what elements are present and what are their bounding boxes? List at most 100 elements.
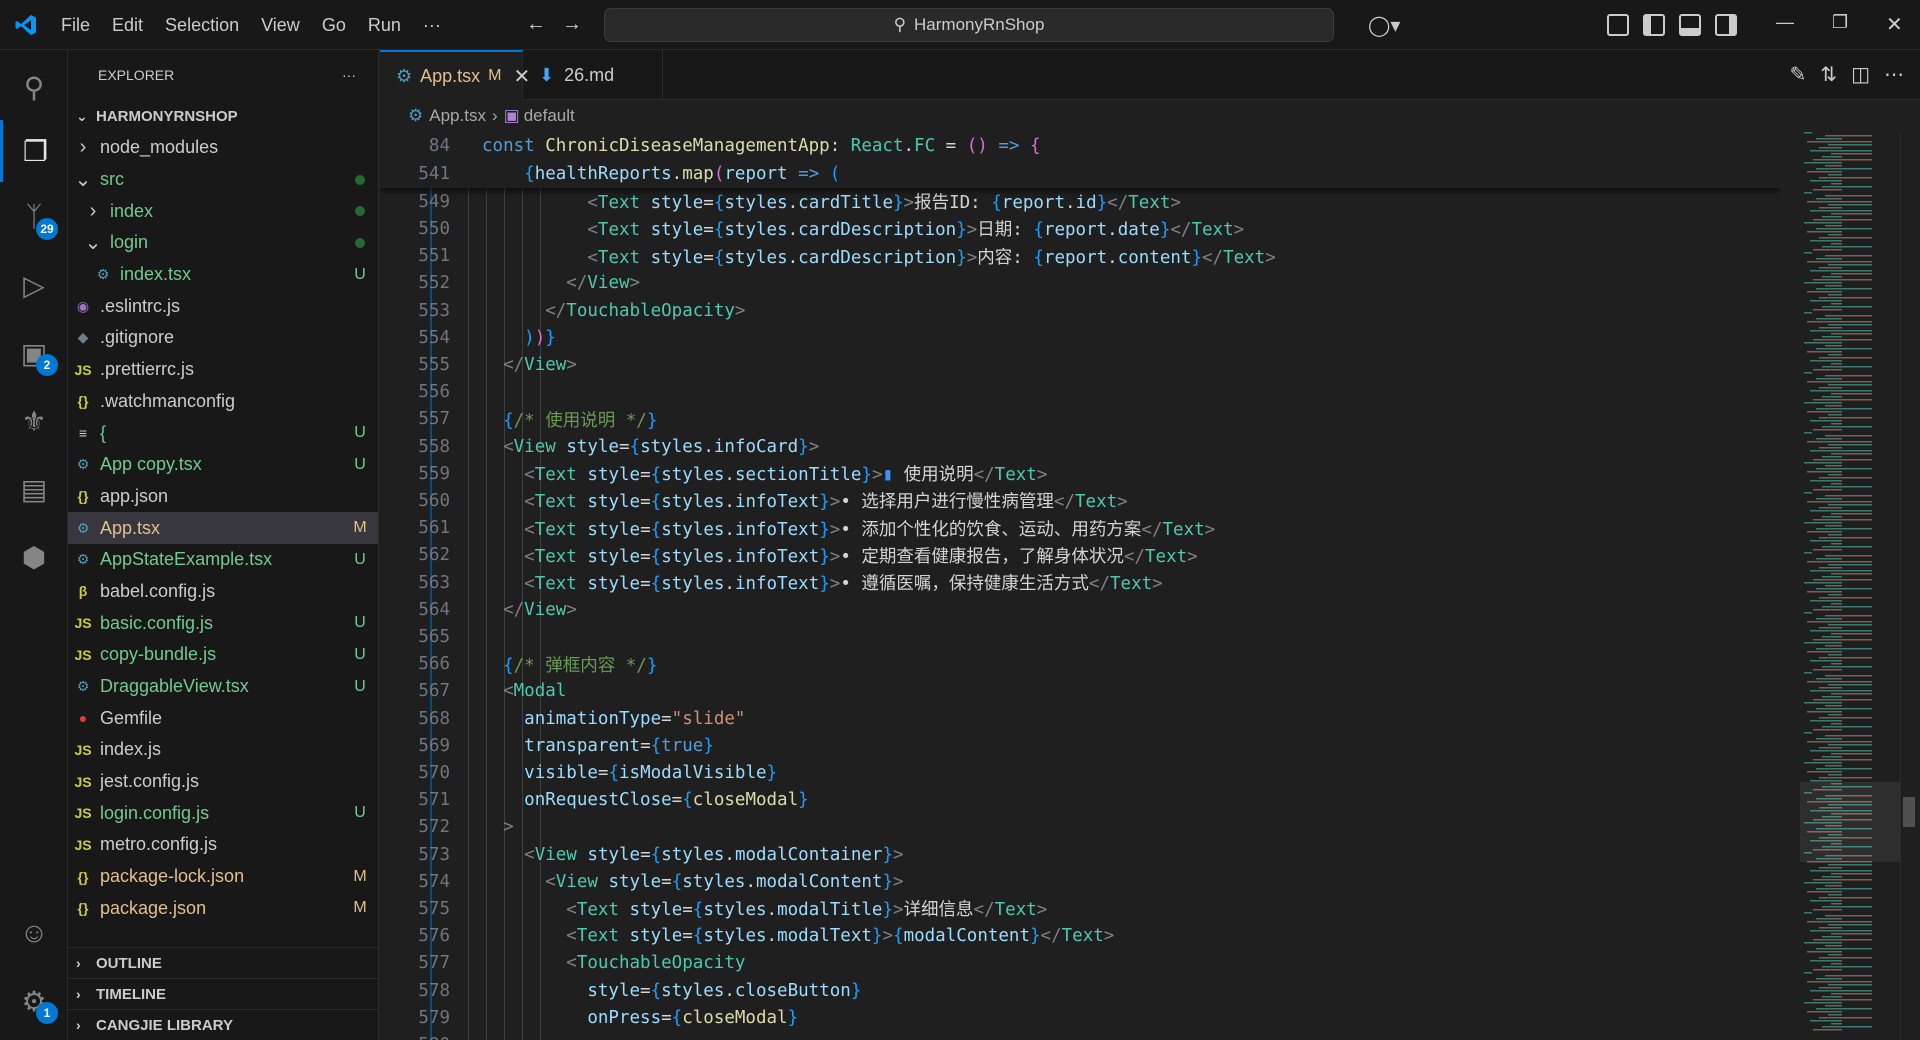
back-arrow-icon[interactable]: ← [526,13,546,36]
extensions-icon[interactable]: ▣ 2 [0,322,68,384]
menu-item[interactable]: File [50,15,101,36]
file-tree-item[interactable]: JS copy-bundle.js U [68,639,378,671]
edit-pencil-icon[interactable]: ✎ [1790,62,1807,87]
file-tree-item[interactable]: JS login.config.js U [68,797,378,829]
close-window-icon[interactable]: ✕ [1886,12,1903,37]
copilot-icon[interactable]: ◯▾ [1368,12,1400,38]
code-line[interactable]: 568 animationType="slide" [380,705,1780,733]
file-tree-item[interactable]: ⚙ AppStateExample.tsx U [68,544,378,576]
code-line[interactable]: 570 visible={isModalVisible} [380,759,1780,787]
restore-icon[interactable]: ❐ [1832,12,1848,33]
code-line[interactable]: 571 onRequestClose={closeModal} [380,786,1780,814]
code-line[interactable]: 554 ))} [380,324,1780,352]
file-tree-item[interactable]: ◉ .eslintrc.js [68,290,378,322]
file-tree-item[interactable]: {} package-lock.json M [68,861,378,893]
testing-icon[interactable]: ⚜ [0,390,68,452]
sidebar-section-timeline[interactable]: › TIMELINE [68,978,378,1009]
account-icon[interactable]: ☺ [0,902,68,964]
code-line[interactable]: 573 <View style={styles.modalContainer}> [380,841,1780,869]
minimap[interactable] [1800,132,1900,1040]
code-line[interactable]: 572 > [380,814,1780,842]
code-line[interactable]: 560 <Text style={styles.infoText}>• 选择用户… [380,487,1780,515]
explorer-more-icon[interactable]: ··· [342,67,356,83]
code-line[interactable]: 558 <View style={styles.infoCard}> [380,433,1780,461]
file-tree-item[interactable]: β babel.config.js [68,576,378,608]
file-tree-item[interactable]: ◆ .gitignore [68,322,378,354]
file-tree-item[interactable]: ⚙ DraggableView.tsx U [68,671,378,703]
code-line[interactable]: 575 <Text style={styles.modalTitle}>详细信息… [380,895,1780,923]
file-tree-item[interactable]: ⚙ App.tsx M [68,512,378,544]
code-line[interactable]: 552 </View> [380,270,1780,298]
file-tree-item[interactable]: {} app.json [68,481,378,513]
code-line[interactable]: 556 [380,378,1780,406]
menu-item[interactable]: Selection [154,15,250,36]
vscode-logo-icon[interactable] [14,13,38,37]
explorer-icon[interactable]: ❐ [0,120,68,182]
code-line[interactable]: 567 <Modal [380,678,1780,706]
sticky-line[interactable]: 541 {healthReports.map(report => ( [380,160,1780,188]
breadcrumb-symbol[interactable]: default [524,106,575,126]
code-line[interactable]: 569 transparent={true} [380,732,1780,760]
file-tree-item[interactable]: ≡ {U [68,417,378,449]
code-line[interactable]: 550 <Text style={styles.cardDescription}… [380,215,1780,243]
file-tree-item[interactable]: JS index.js [68,734,378,766]
code-line[interactable]: 549 <Text style={styles.cardTitle}>报告ID:… [380,188,1780,216]
code-line[interactable]: 579 onPress={closeModal} [380,1004,1780,1032]
file-tree-item[interactable]: › node_modules [68,132,378,164]
code-line[interactable]: 564 </View> [380,596,1780,624]
code-line[interactable]: 563 <Text style={styles.infoText}>• 遵循医嘱… [380,569,1780,597]
code-line[interactable]: 559 <Text style={styles.sectionTitle}>▮ … [380,460,1780,488]
menu-item[interactable]: Run [357,15,412,36]
sidebar-section-outline[interactable]: › OUTLINE [68,947,378,978]
code-line[interactable]: 555 </View> [380,351,1780,379]
more-actions-icon[interactable]: ⋯ [1884,62,1904,87]
command-center-search[interactable]: ⚲ HarmonyRnShop [604,8,1334,42]
file-tree-item[interactable]: JS .prettierrc.js [68,354,378,386]
file-tree-item[interactable]: ● Gemfile [68,702,378,734]
file-tree-item[interactable]: {} .watchmanconfig [68,386,378,418]
code-line[interactable]: 553 </TouchableOpacity> [380,297,1780,325]
forward-arrow-icon[interactable]: → [562,13,582,36]
compare-changes-icon[interactable]: ⇅ [1820,62,1837,87]
menu-item[interactable]: Go [311,15,357,36]
tab-app-tsx[interactable]: ⚙ App.tsx M ✕ [380,50,530,100]
minimize-icon[interactable]: — [1776,12,1794,33]
toggle-primary-sidebar-icon[interactable] [1643,14,1665,36]
tab-26-md[interactable]: ⬇ 26.md [523,50,663,100]
code-line[interactable]: 576 <Text style={styles.modalText}>{moda… [380,922,1780,950]
code-line[interactable]: 574 <View style={styles.modalContent}> [380,868,1780,896]
file-tree-item[interactable]: JS metro.config.js [68,829,378,861]
code-line[interactable]: 577 <TouchableOpacity [380,950,1780,978]
menu-item[interactable]: View [250,15,311,36]
file-tree-item[interactable]: ⌄ src [68,164,378,196]
toggle-secondary-sidebar-icon[interactable] [1715,14,1737,36]
sidebar-section-cangjie-library[interactable]: › CANGJIE LIBRARY [68,1009,378,1040]
file-tree-item[interactable]: ⌄ login [68,227,378,259]
code-line[interactable]: 561 <Text style={styles.infoText}>• 添加个性… [380,514,1780,542]
vertical-scrollbar[interactable] [1900,132,1916,1040]
run-debug-icon[interactable]: ▷ [0,254,68,316]
toggle-panel-icon[interactable] [1679,14,1701,36]
code-line[interactable]: 566 {/* 弹框内容 */} [380,650,1780,678]
sticky-scroll[interactable]: 84 const ChronicDiseaseManagementApp: Rea… [380,132,1780,188]
file-tree-item[interactable]: › index [68,195,378,227]
source-control-icon[interactable]: ᛉ 29 [0,186,68,248]
code-line[interactable]: 562 <Text style={styles.infoText}>• 定期查看… [380,542,1780,570]
breadcrumb-file[interactable]: App.tsx [429,106,486,126]
code-editor[interactable]: 84 const ChronicDiseaseManagementApp: Rea… [380,132,1780,1040]
menu-item[interactable]: ··· [412,15,452,36]
file-tree-item[interactable]: ⚙ index.tsx U [68,259,378,291]
file-tree-item[interactable]: JS jest.config.js [68,766,378,798]
code-line[interactable]: 551 <Text style={styles.cardDescription}… [380,242,1780,270]
cangjie-icon[interactable]: ⬢ [0,526,68,588]
workspace-root[interactable]: ⌄ HARMONYRNSHOP [68,100,378,132]
file-tree-item[interactable]: {} package.json M [68,893,378,925]
menu-item[interactable]: Edit [101,15,154,36]
code-line[interactable]: 565 [380,623,1780,651]
sticky-line[interactable]: 84 const ChronicDiseaseManagementApp: Rea… [380,132,1780,160]
split-editor-icon[interactable]: ◫ [1851,62,1870,87]
file-tree-item[interactable]: ⚙ App copy.tsx U [68,449,378,481]
file-tree-item[interactable]: JS basic.config.js U [68,607,378,639]
search-view-icon[interactable]: ⚲ [0,56,68,118]
code-line[interactable]: 578 style={styles.closeButton} [380,977,1780,1005]
